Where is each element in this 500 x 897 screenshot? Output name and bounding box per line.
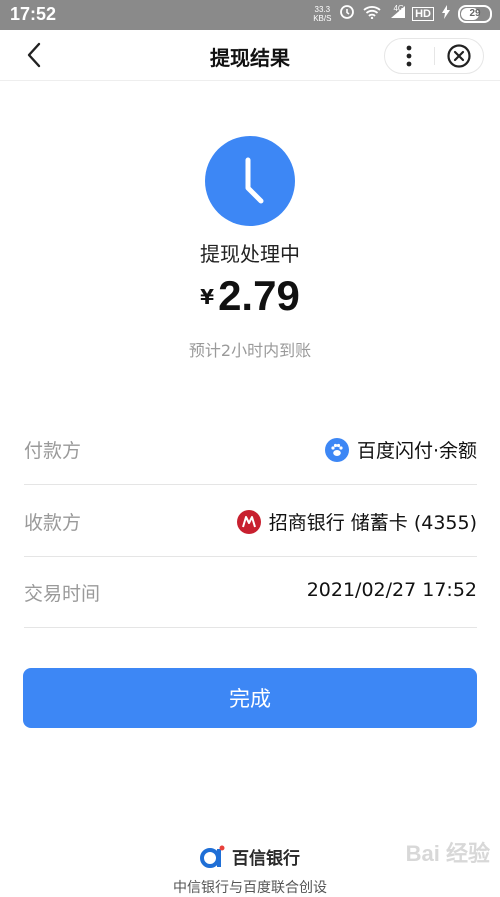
close-button[interactable] bbox=[435, 39, 484, 73]
wifi-icon bbox=[363, 5, 382, 22]
clock-icon bbox=[205, 136, 295, 226]
hd-badge: HD bbox=[412, 6, 434, 21]
payee-value: 招商银行 储蓄卡 (4355) bbox=[268, 512, 477, 534]
status-icons: 33.3 KB/S 4G HD 29 bbox=[313, 4, 492, 23]
battery-indicator: 29 bbox=[458, 4, 492, 23]
payer-value: 百度闪付·余额 bbox=[356, 440, 477, 462]
withdrawal-status: 提现处理中 bbox=[200, 242, 300, 266]
status-bar: 17:52 33.3 KB/S 4G HD 29 bbox=[0, 0, 500, 30]
network-type: 4G bbox=[393, 4, 405, 13]
bank-name: 百信银行 bbox=[232, 849, 300, 869]
aibank-logo-icon bbox=[200, 845, 225, 868]
navigation-bar: 提现结果 bbox=[0, 30, 500, 81]
currency-symbol: ¥ bbox=[200, 285, 215, 309]
detail-row-payer: 付款方 百度闪付·余额 bbox=[24, 414, 477, 485]
more-button[interactable] bbox=[385, 39, 434, 73]
payer-label: 付款方 bbox=[24, 440, 82, 462]
footer-text: 中信银行与百度联合创设 bbox=[173, 880, 327, 896]
watermark: Bai 经验 bbox=[405, 841, 490, 866]
time-value: 2021/02/27 17:52 bbox=[306, 579, 477, 601]
payee-label: 收款方 bbox=[24, 512, 82, 534]
alarm-icon bbox=[339, 4, 355, 23]
done-button[interactable]: 完成 bbox=[23, 668, 477, 728]
arrival-estimate: 预计2小时内到账 bbox=[188, 341, 312, 360]
speed-unit: KB/S bbox=[313, 13, 332, 23]
detail-row-time: 交易时间 2021/02/27 17:52 bbox=[24, 557, 477, 628]
cmb-bank-icon bbox=[236, 509, 261, 534]
status-time: 17:52 bbox=[10, 4, 57, 24]
time-label: 交易时间 bbox=[24, 583, 101, 605]
mini-program-capsule bbox=[384, 38, 484, 74]
more-dots-icon bbox=[406, 45, 412, 67]
close-circle-icon bbox=[447, 44, 471, 68]
baidu-paw-icon bbox=[324, 437, 349, 462]
battery-level: 29 bbox=[469, 7, 481, 19]
withdrawal-amount: 2.79 bbox=[218, 272, 300, 319]
amount-display: ¥2.79 bbox=[0, 272, 500, 320]
speed-value: 33.3 bbox=[314, 4, 331, 14]
network-speed: 33.3 KB/S bbox=[313, 5, 331, 23]
detail-row-payee: 收款方 招商银行 储蓄卡 (4355) bbox=[24, 486, 477, 557]
charging-icon bbox=[442, 5, 450, 22]
